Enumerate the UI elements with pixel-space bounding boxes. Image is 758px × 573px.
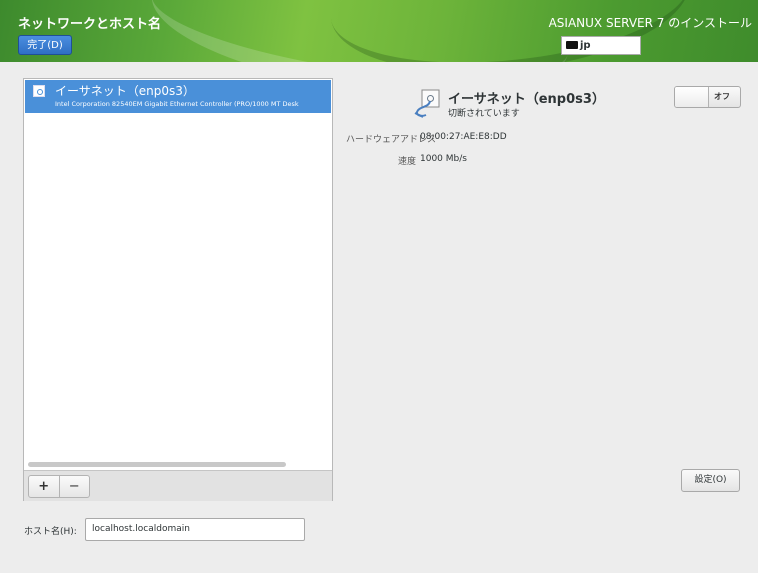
horizontal-scrollbar[interactable] — [28, 462, 286, 467]
toggle-knob — [675, 87, 709, 107]
interface-name: イーサネット（enp0s3） — [55, 84, 195, 98]
toggle-label: オフ — [714, 92, 730, 101]
keyboard-layout-indicator[interactable]: jp — [561, 36, 641, 55]
page-title: ネットワークとホスト名 — [18, 17, 162, 32]
connection-status: 切断されています — [448, 109, 520, 119]
speed-value: 1000 Mb/s — [420, 154, 467, 164]
keyboard-layout-label: jp — [580, 40, 591, 51]
network-wired-disconnected-icon — [414, 89, 440, 118]
done-button[interactable]: 完了(D) — [18, 35, 72, 55]
remove-interface-button[interactable]: − — [60, 476, 90, 497]
connection-toggle[interactable]: オフ — [674, 86, 741, 108]
hostname-label: ホスト名(H): — [24, 527, 77, 537]
interface-description: Intel Corporation 82540EM Gigabit Ethern… — [55, 100, 299, 108]
detail-interface-name: イーサネット（enp0s3） — [448, 92, 605, 107]
install-title: ASIANUX SERVER 7 のインストール — [548, 16, 752, 30]
list-toolbar: + − — [24, 470, 332, 501]
keyboard-icon — [566, 41, 578, 49]
add-interface-button[interactable]: + — [29, 476, 60, 497]
interface-list: イーサネット（enp0s3） Intel Corporation 82540EM… — [23, 78, 333, 501]
hw-address-value: 08:00:27:AE:E8:DD — [420, 132, 507, 142]
network-wired-icon — [33, 85, 45, 97]
add-remove-group: + − — [28, 475, 90, 498]
speed-label: 速度 — [397, 157, 416, 167]
settings-button[interactable]: 設定(O) — [681, 469, 740, 492]
hostname-input[interactable]: localhost.localdomain — [85, 518, 305, 541]
list-item-enp0s3[interactable]: イーサネット（enp0s3） Intel Corporation 82540EM… — [25, 80, 331, 113]
